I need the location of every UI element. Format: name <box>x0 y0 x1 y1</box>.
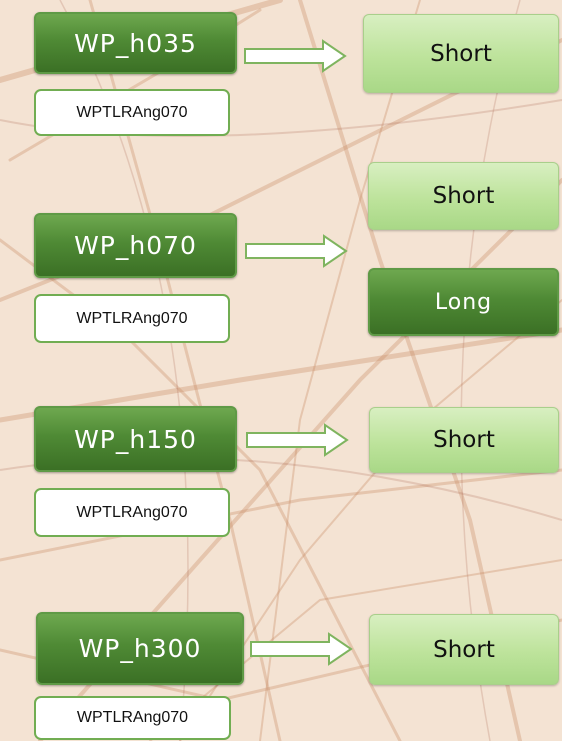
source-node-wp-h035: WP_h035 <box>34 12 237 74</box>
source-node-wp-h300: WP_h300 <box>36 612 244 685</box>
note-label: WPTLRAng070 <box>76 309 188 327</box>
angle-note-4: WPTLRAng070 <box>34 696 231 740</box>
arrow-icon <box>244 39 347 73</box>
source-node-wp-h070: WP_h070 <box>34 213 237 278</box>
angle-note-2: WPTLRAng070 <box>34 294 230 343</box>
output-label: Short <box>433 427 495 453</box>
output-node-short-4: Short <box>369 614 559 685</box>
node-label: WP_h150 <box>74 424 197 454</box>
output-label: Long <box>434 289 493 315</box>
node-label: WP_h035 <box>74 28 197 58</box>
output-label: Short <box>433 636 495 663</box>
node-label: WP_h300 <box>78 634 202 663</box>
output-node-long: Long <box>368 268 559 336</box>
angle-note-3: WPTLRAng070 <box>34 488 230 537</box>
arrow-icon <box>250 632 353 666</box>
note-label: WPTLRAng070 <box>76 709 189 726</box>
output-label: Short <box>432 183 495 209</box>
note-label: WPTLRAng070 <box>76 103 188 121</box>
output-node-short-3: Short <box>369 407 559 473</box>
source-node-wp-h150: WP_h150 <box>34 406 237 472</box>
arrow-icon <box>245 234 348 268</box>
angle-note-1: WPTLRAng070 <box>34 89 230 136</box>
note-label: WPTLRAng070 <box>76 503 188 521</box>
arrow-icon <box>246 423 349 457</box>
node-label: WP_h070 <box>74 231 197 260</box>
output-label: Short <box>430 40 492 67</box>
output-node-short-2: Short <box>368 162 559 230</box>
output-node-short-1: Short <box>363 14 559 93</box>
